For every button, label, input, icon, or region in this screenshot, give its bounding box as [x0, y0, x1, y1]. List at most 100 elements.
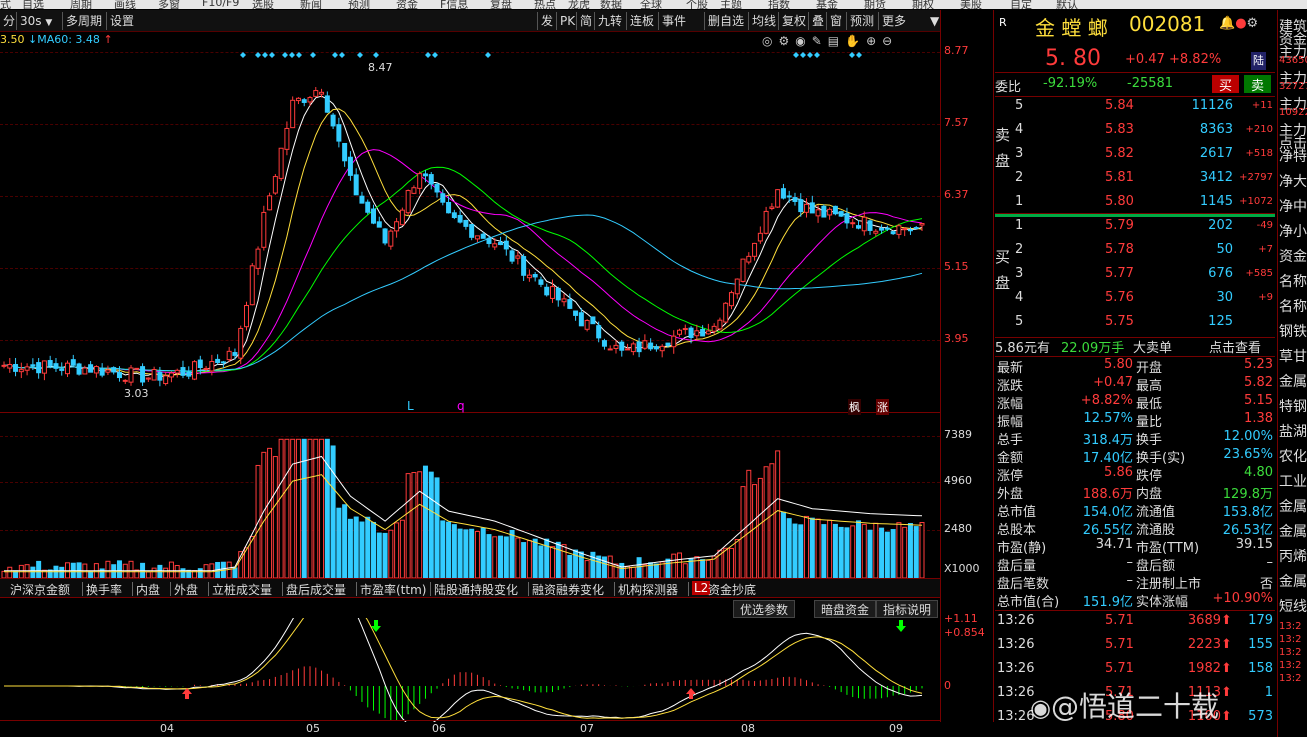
side-item[interactable]: 名称	[1279, 271, 1307, 291]
menu-item[interactable]: 自选	[22, 0, 44, 9]
toolbar-item[interactable]: 均线	[748, 12, 779, 30]
toolbar-item[interactable]: 复权	[778, 12, 809, 30]
toolbar-item[interactable]: 简	[576, 12, 595, 30]
tick-time: 13:26	[997, 685, 1035, 700]
side-item[interactable]: 13:2	[1279, 634, 1301, 645]
event-marker[interactable]: 涨	[876, 399, 889, 415]
side-item[interactable]: 金属	[1279, 571, 1307, 591]
menu-item[interactable]: 个股	[686, 0, 708, 9]
side-item[interactable]: 金属	[1279, 521, 1307, 541]
event-marker[interactable]: L	[407, 399, 414, 413]
menu-item[interactable]: 主题	[720, 0, 742, 9]
indicator-tab[interactable]: 外盘	[174, 581, 198, 598]
side-item[interactable]: 13:2	[1279, 673, 1301, 684]
side-item[interactable]: 钢铁	[1279, 321, 1307, 341]
toolbar-item[interactable]: 删自选	[704, 12, 747, 30]
menu-item[interactable]: 默认	[1056, 0, 1078, 9]
candle-body	[549, 286, 555, 299]
toolbar-item[interactable]: 预测	[846, 12, 877, 30]
side-item[interactable]: 净小	[1279, 221, 1307, 241]
indicator-tab[interactable]: 内盘	[136, 581, 160, 598]
indicator-tab[interactable]: 机构探测器	[618, 581, 678, 598]
big-order-link[interactable]: 点击查看	[1209, 337, 1261, 356]
indicator-tab[interactable]: 沪深京金额	[10, 581, 70, 598]
indicator-tab[interactable]: 市盈率(ttm)	[360, 581, 426, 598]
period-select[interactable]: 30s ▼	[16, 12, 60, 30]
menu-item[interactable]: 选股	[252, 0, 274, 9]
indicator-tab[interactable]: 陆股通持股变化	[434, 581, 518, 598]
side-item[interactable]: 净特	[1279, 146, 1307, 166]
menu-item[interactable]: 新闻	[300, 0, 322, 9]
optimize-params-button[interactable]: 优选参数	[733, 600, 796, 618]
gear-icon[interactable]: ⚙	[1247, 16, 1259, 31]
side-item[interactable]: 43650	[1279, 55, 1307, 66]
menu-item[interactable]: 多窗	[158, 0, 180, 9]
side-item[interactable]: 资金	[1279, 246, 1307, 266]
menu-item[interactable]: 期权	[912, 0, 934, 9]
indicator-tab[interactable]: 换手率	[86, 581, 122, 598]
menu-item[interactable]: 期货	[864, 0, 886, 9]
side-item[interactable]: 金属	[1279, 371, 1307, 391]
settings-button[interactable]: 设置	[106, 12, 137, 30]
side-item[interactable]: 13:2	[1279, 647, 1301, 658]
toolbar-item[interactable]: 窗	[826, 12, 845, 30]
toolbar-item[interactable]: PK	[556, 12, 578, 30]
bell-icon[interactable]: 🔔	[1219, 16, 1235, 31]
menu-item[interactable]: 数据	[600, 0, 622, 9]
indicator-tab[interactable]: 资金抄底	[708, 581, 756, 598]
menu-item[interactable]: 基金	[816, 0, 838, 9]
multi-period-button[interactable]: 多周期	[62, 12, 105, 30]
event-marker[interactable]: q	[457, 399, 465, 413]
toolbar-item[interactable]: 九转	[594, 12, 625, 30]
side-item[interactable]: 10922	[1279, 107, 1307, 118]
menu-item[interactable]: 复盘	[490, 0, 512, 9]
side-item[interactable]: 盐湖	[1279, 421, 1307, 441]
candlestick-chart[interactable]	[0, 40, 940, 412]
side-item[interactable]: 丙烯	[1279, 546, 1307, 566]
dark-funds-button[interactable]: 暗盘资金	[814, 600, 877, 618]
volume-bar	[1, 570, 7, 578]
side-item[interactable]: 13:2	[1279, 660, 1301, 671]
menu-item[interactable]: 热点	[534, 0, 556, 9]
buy-button[interactable]: 买	[1212, 75, 1240, 94]
menu-item[interactable]: F10/F9	[202, 0, 239, 9]
side-item[interactable]: 农化	[1279, 446, 1307, 466]
toolbar-item[interactable]: 更多	[878, 12, 909, 30]
menu-item[interactable]: 自定	[1010, 0, 1032, 9]
toolbar-item[interactable]: 叠	[808, 12, 827, 30]
indicator-help-button[interactable]: 指标说明	[876, 600, 939, 618]
side-item[interactable]: 净大	[1279, 171, 1307, 191]
indicator-tab[interactable]: 融资融券变化	[532, 581, 604, 598]
candle-body	[145, 377, 151, 380]
menu-item[interactable]: F信息	[440, 0, 468, 9]
indicator-tab[interactable]: 盘后成交量	[286, 581, 346, 598]
menu-item[interactable]: 指数	[768, 0, 790, 9]
menu-item[interactable]: 全球	[640, 0, 662, 9]
side-item[interactable]: 名称	[1279, 296, 1307, 316]
side-item[interactable]: 工业	[1279, 471, 1307, 491]
indicator-tab[interactable]: 立桩成交量	[212, 581, 272, 598]
menu-item[interactable]: 美股	[960, 0, 982, 9]
side-item[interactable]: 32727	[1279, 81, 1307, 92]
menu-item[interactable]: 式	[0, 0, 11, 9]
menu-item[interactable]: 预测	[348, 0, 370, 9]
event-marker[interactable]: 枫	[848, 399, 861, 415]
toolbar-item[interactable]: 连板	[626, 12, 657, 30]
side-item[interactable]: 短线	[1279, 596, 1307, 616]
candle-body	[838, 211, 844, 217]
volume-chart[interactable]	[0, 414, 940, 578]
side-item[interactable]: 净中	[1279, 196, 1307, 216]
menu-item[interactable]: 周期	[70, 0, 92, 9]
side-item[interactable]: 金属	[1279, 496, 1307, 516]
side-item[interactable]: 特钢	[1279, 396, 1307, 416]
toolbar-item[interactable]: 事件	[658, 12, 689, 30]
toolbar-item[interactable]: 发	[537, 12, 556, 30]
side-item[interactable]: 13:2	[1279, 621, 1301, 632]
macd-chart[interactable]	[0, 618, 940, 722]
menu-item[interactable]: 龙虎	[568, 0, 590, 9]
sell-button[interactable]: 卖	[1244, 75, 1272, 94]
side-item[interactable]: 草甘	[1279, 346, 1307, 366]
menu-item[interactable]: 资金	[396, 0, 418, 9]
menu-item[interactable]: 画线	[114, 0, 136, 9]
alert-icon[interactable]: ●	[1235, 16, 1246, 31]
